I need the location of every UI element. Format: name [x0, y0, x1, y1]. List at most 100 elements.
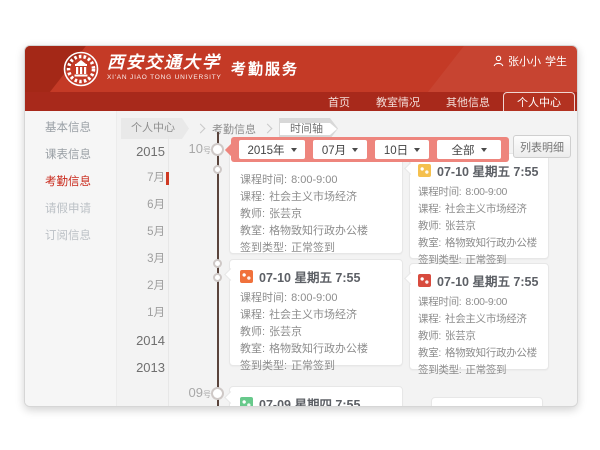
- card-field-row: 课程时间:8:00-9:00: [418, 294, 540, 311]
- day-marker-10: 10号: [171, 141, 211, 156]
- app-title: 考勤服务: [231, 58, 299, 79]
- breadcrumb-personal-center[interactable]: 个人中心: [121, 118, 189, 139]
- card-field-row: 课程时间:8:00-9:00: [240, 172, 392, 189]
- axis-month-may[interactable]: 5月: [119, 219, 165, 246]
- caret-down-icon: [291, 148, 297, 152]
- chevron-right-icon: [196, 124, 206, 134]
- card-field-label: 签到类型:: [240, 242, 287, 254]
- card-body: 课程时间:8:00-9:00课程:社会主义市场经济教师:张芸京教室:格物致知行政…: [410, 292, 548, 381]
- timeline-node: [213, 273, 222, 282]
- card-field-label: 教师:: [418, 330, 441, 342]
- axis-month-jul[interactable]: 7月: [119, 165, 165, 192]
- card-field-label: 教师:: [240, 326, 265, 338]
- card-field-row: 课程:社会主义市场经济: [240, 189, 392, 206]
- card-field-row: 课程:社会主义市场经济: [240, 307, 392, 324]
- axis-month-jan[interactable]: 1月: [119, 300, 165, 327]
- card-field-value: 张芸京: [445, 220, 476, 232]
- axis-month-feb[interactable]: 2月: [119, 273, 165, 300]
- caret-down-icon: [414, 148, 420, 152]
- attendance-type-icon: [240, 270, 253, 283]
- university-name-cn: 西安交通大学: [107, 52, 222, 74]
- caret-down-icon: [481, 148, 487, 152]
- card-field-label: 课程时间:: [240, 292, 287, 304]
- card-field-row: 教室: 格物致知行政办公楼: [240, 223, 392, 240]
- attendance-card: 07-09 星期四 7:55: [229, 386, 403, 407]
- card-field-row: 签到类型:正常签到: [418, 362, 540, 379]
- sidebar-item-attendance[interactable]: 考勤信息: [25, 169, 116, 196]
- attendance-type-icon: [418, 164, 431, 177]
- card-field-row: 课程: 社会主义市场经济: [418, 201, 540, 218]
- timeline-axis: 2015 7月 6月 5月 3月 2月 1月 2014 2013: [119, 138, 165, 381]
- card-title: 07-10 星期五 7:55: [437, 161, 538, 180]
- card-field-label: 课程时间:: [418, 186, 461, 198]
- timeline-node: [211, 143, 224, 156]
- caret-down-icon: [352, 148, 358, 152]
- university-wordmark: 西安交通大学 XI'AN JIAO TONG UNIVERSITY: [107, 52, 222, 82]
- axis-month-mar[interactable]: 3月: [119, 246, 165, 273]
- scope-select[interactable]: 全部: [437, 140, 501, 159]
- nav-item-home[interactable]: 首页: [315, 92, 363, 111]
- card-field-row: 签到类型:正常签到: [240, 240, 392, 257]
- day-marker-09: 09号: [171, 385, 211, 400]
- card-field-row: 教师: 张芸京: [240, 324, 392, 341]
- nav-item-other-info[interactable]: 其他信息: [433, 92, 503, 111]
- filter-bar-arrow: [225, 142, 239, 156]
- sidebar-item-timetable[interactable]: 课表信息: [25, 142, 116, 169]
- card-field-value: 张芸京: [269, 208, 302, 220]
- card-field-value: 社会主义市场经济: [445, 203, 527, 215]
- attendance-card-partial: [431, 397, 543, 407]
- card-field-value: 8:00-9:00: [291, 174, 337, 186]
- month-select[interactable]: 07月: [313, 140, 367, 159]
- card-field-value: 正常签到: [465, 364, 506, 376]
- card-field-row: 教师: 张芸京: [418, 328, 540, 345]
- card-title: 07-10 星期五 7:55: [259, 267, 360, 286]
- card-field-row: 课程时间:8:00-9:00: [240, 290, 392, 307]
- sidebar: 基本信息 课表信息 考勤信息 请假申请 订阅信息: [25, 111, 117, 406]
- card-title: 07-09 星期四 7:55: [259, 394, 360, 407]
- card-field-row: 签到类型:正常签到: [240, 358, 392, 375]
- sidebar-item-leave-request[interactable]: 请假申请: [25, 196, 116, 223]
- day-select[interactable]: 10日: [375, 140, 429, 159]
- card-field-label: 教师:: [240, 208, 265, 220]
- app-header: 西安交通大学 XI'AN JIAO TONG UNIVERSITY 考勤服务 张…: [25, 46, 577, 92]
- card-field-row: 课程时间:8:00-9:00: [418, 184, 540, 201]
- user-icon: [493, 55, 504, 67]
- university-name-en: XI'AN JIAO TONG UNIVERSITY: [107, 74, 222, 82]
- axis-month-jun[interactable]: 6月: [119, 192, 165, 219]
- year-select[interactable]: 2015年: [239, 140, 305, 159]
- timeline-node: [211, 387, 224, 400]
- card-field-row: 签到类型:正常签到: [418, 252, 540, 269]
- card-field-value: 张芸京: [445, 330, 476, 342]
- card-field-value: 社会主义市场经济: [269, 309, 357, 321]
- main-nav: 首页 教室情况 其他信息 个人中心: [25, 92, 577, 111]
- timeline-node: [213, 259, 222, 268]
- card-field-value: 格物致知行政办公楼: [445, 237, 537, 249]
- chevron-right-icon: [263, 124, 273, 134]
- attendance-card: 课程时间:8:00-9:00课程:社会主义市场经济教师: 张芸京教室: 格物致知行政…: [229, 149, 403, 254]
- list-detail-button[interactable]: 列表明细: [513, 135, 571, 158]
- axis-year-2014[interactable]: 2014: [119, 327, 165, 354]
- app-window: 西安交通大学 XI'AN JIAO TONG UNIVERSITY 考勤服务 张…: [24, 45, 578, 407]
- user-role: 学生: [545, 53, 567, 69]
- card-field-label: 课程:: [418, 203, 441, 215]
- card-field-label: 教室:: [418, 347, 441, 359]
- timeline-node: [213, 165, 222, 174]
- card-field-value: 张芸京: [269, 326, 302, 338]
- card-field-value: 格物致知行政办公楼: [269, 225, 368, 237]
- card-field-label: 教室:: [240, 343, 265, 355]
- attendance-type-icon: [418, 274, 431, 287]
- axis-year-2013[interactable]: 2013: [119, 354, 165, 381]
- nav-item-classrooms[interactable]: 教室情况: [363, 92, 433, 111]
- user-info[interactable]: 张小小 学生: [493, 53, 567, 69]
- sidebar-item-subscription[interactable]: 订阅信息: [25, 223, 116, 250]
- axis-year-2015[interactable]: 2015: [119, 138, 165, 165]
- attendance-type-icon: [240, 397, 253, 407]
- card-field-label: 课程:: [418, 313, 441, 325]
- nav-item-personal-center[interactable]: 个人中心: [503, 92, 575, 111]
- attendance-card: 07-10 星期五 7:55 课程时间:8:00-9:00课程:社会主义市场经济…: [409, 263, 549, 370]
- card-field-value: 格物致知行政办公楼: [269, 343, 368, 355]
- card-field-label: 教室:: [240, 225, 265, 237]
- sidebar-item-basic-info[interactable]: 基本信息: [25, 115, 116, 142]
- breadcrumb-timeline-active[interactable]: 时间轴: [279, 118, 338, 139]
- card-field-value: 社会主义市场经济: [269, 191, 357, 203]
